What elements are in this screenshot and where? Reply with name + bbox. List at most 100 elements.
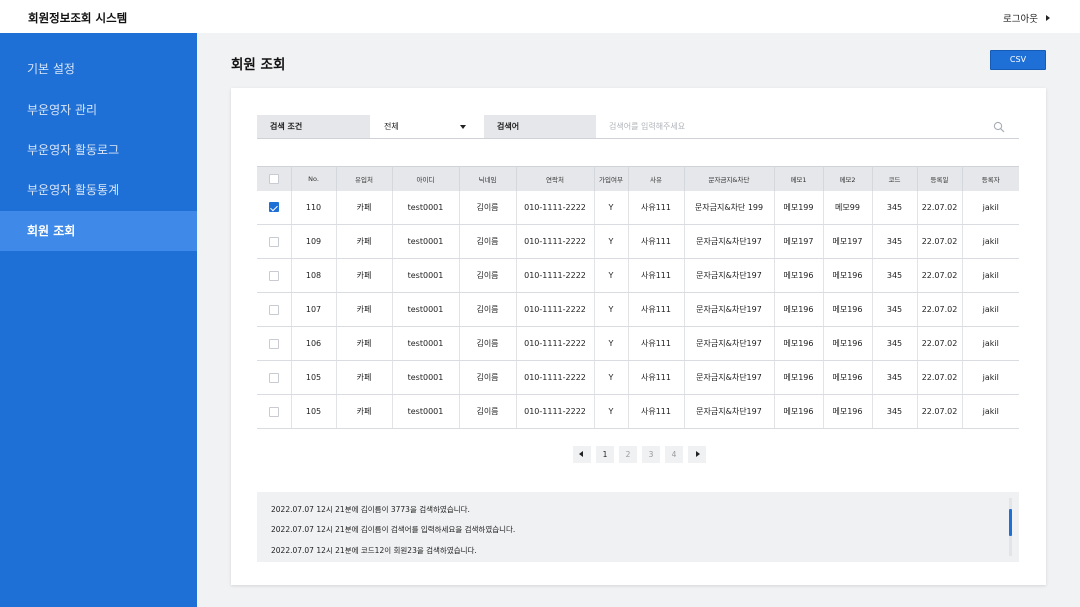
table-cell: 345 [872,360,918,395]
table-cell: 사유111 [628,394,685,429]
table-cell: 사유111 [628,360,685,395]
caret-right-icon [1046,15,1050,21]
table-cell: test0001 [392,360,460,395]
csv-export-button[interactable]: CSV [990,50,1046,70]
table-cell: test0001 [392,258,460,293]
column-header[interactable]: No. [291,166,337,191]
logout-label: 로그아웃 [1003,14,1038,25]
logout-button[interactable]: 로그아웃 [1003,11,1050,25]
table-cell: 문자금지&차단197 [684,326,775,361]
table-cell: 김이름 [459,326,517,361]
table-cell: 22.07.02 [917,394,963,429]
table-cell: 010-1111-2222 [516,224,595,259]
search-keyword-label: 검색어 [484,115,596,138]
table-row[interactable]: 110 카페 test0001 김이름 010-1111-2222 Y 사유111 문자금지&… [257,190,1019,225]
table-cell: Y [594,258,629,293]
search-icon[interactable] [993,121,1005,133]
app-title: 회원정보조회 시스템 [28,11,128,25]
table-cell: 김이름 [459,258,517,293]
row-select-cell [257,258,292,293]
table-body: 110 카페 test0001 김이름 010-1111-2222 Y 사유111 문자금지&… [257,190,1019,429]
row-checkbox[interactable] [268,270,279,281]
table-cell: 메모196 [774,360,824,395]
column-header[interactable]: 사유 [628,166,685,191]
prev-page-button[interactable] [573,446,591,463]
column-header[interactable]: 닉네임 [459,166,517,191]
page-button-4[interactable]: 4 [665,446,683,463]
table-cell: 카페 [336,394,393,429]
column-header[interactable]: 메모2 [823,166,873,191]
column-header[interactable]: 아이디 [392,166,460,191]
page-button-1[interactable]: 1 [596,446,614,463]
sidebar-item-sub-admin-log[interactable]: 부운영자 활동로그 [0,130,197,170]
row-select-cell [257,326,292,361]
next-page-button[interactable] [688,446,706,463]
search-condition-label: 검색 조건 [257,115,370,138]
column-header[interactable]: 메모1 [774,166,824,191]
log-scrollbar-thumb[interactable] [1009,509,1012,536]
table-cell: 22.07.02 [917,190,963,225]
table-cell: test0001 [392,394,460,429]
table-cell: jakil [962,394,1019,429]
search-condition-select[interactable]: 전체 [370,115,484,138]
log-line: 2022.07.07 12시 21분에 코드12이 회원23을 검색하였습니다. [271,546,477,555]
table-cell: 메모196 [774,258,824,293]
row-checkbox[interactable] [268,338,279,349]
table-cell: 메모199 [774,190,824,225]
table-cell: 메모196 [823,360,873,395]
sidebar-item-basic-settings[interactable]: 기본 설정 [0,49,197,89]
table-cell: 010-1111-2222 [516,292,595,327]
sidebar-item-label: 부운영자 활동통계 [27,183,120,197]
table-cell: 김이름 [459,292,517,327]
column-header[interactable]: 등록자 [962,166,1019,191]
column-header[interactable]: 등록일 [917,166,963,191]
page-button-2[interactable]: 2 [619,446,637,463]
sidebar-item-sub-admin-stats[interactable]: 부운영자 활동통계 [0,170,197,210]
member-table-container: No. 유입처 아이디 닉네임 연락처 가입여부 사유 문자금지&차단 메모1 … [257,166,1019,429]
column-header[interactable]: 유입처 [336,166,393,191]
table-cell: test0001 [392,224,460,259]
sidebar-item-label: 부운영자 활동로그 [27,143,120,157]
row-select-cell [257,292,292,327]
table-cell: 메모196 [774,292,824,327]
table-row[interactable]: 108 카페 test0001 김이름 010-1111-2222 Y 사유111 문자금지&… [257,258,1019,293]
row-checkbox[interactable] [268,304,279,315]
sidebar-item-sub-admin-manage[interactable]: 부운영자 관리 [0,90,197,130]
column-header[interactable]: 코드 [872,166,918,191]
page-button-3[interactable]: 3 [642,446,660,463]
table-row[interactable]: 106 카페 test0001 김이름 010-1111-2222 Y 사유111 문자금지&… [257,326,1019,361]
table-cell: 김이름 [459,394,517,429]
sidebar: 기본 설정 부운영자 관리 부운영자 활동로그 부운영자 활동통계 회원 조회 [0,33,197,607]
table-row[interactable]: 105 카페 test0001 김이름 010-1111-2222 Y 사유111 문자금지&… [257,394,1019,429]
row-checkbox[interactable] [268,406,279,417]
row-select-cell [257,224,292,259]
table-row[interactable]: 105 카페 test0001 김이름 010-1111-2222 Y 사유111 문자금지&… [257,360,1019,395]
table-cell: 109 [291,224,337,259]
table-cell: 105 [291,394,337,429]
table-cell: jakil [962,224,1019,259]
table-row[interactable]: 107 카페 test0001 김이름 010-1111-2222 Y 사유111 문자금지&… [257,292,1019,327]
table-cell: test0001 [392,292,460,327]
table-cell: 문자금지&차단197 [684,258,775,293]
table-cell: 사유111 [628,326,685,361]
table-cell: 106 [291,326,337,361]
log-line: 2022.07.07 12시 21분에 김이름이 검색어를 입력하세요을 검색하… [271,525,516,534]
table-cell: 카페 [336,190,393,225]
column-header[interactable]: 가입여부 [594,166,629,191]
sidebar-item-member-search[interactable]: 회원 조회 [0,211,197,251]
search-log-panel: 2022.07.07 12시 21분에 김이름이 3773을 검색하였습니다. … [257,492,1019,562]
row-checkbox[interactable] [268,236,279,247]
row-checkbox[interactable] [268,202,279,213]
search-input[interactable]: 검색어를 입력해주세요 [596,115,1019,138]
row-checkbox[interactable] [268,372,279,383]
table-cell: 메모196 [823,292,873,327]
table-row[interactable]: 109 카페 test0001 김이름 010-1111-2222 Y 사유111 문자금지&… [257,224,1019,259]
table-cell: 메모196 [774,326,824,361]
column-header[interactable]: 연락처 [516,166,595,191]
table-cell: 문자금지&차단197 [684,394,775,429]
table-cell: Y [594,326,629,361]
row-select-cell [257,190,292,225]
column-header[interactable]: 문자금지&차단 [684,166,775,191]
table-cell: 김이름 [459,190,517,225]
select-all-checkbox[interactable] [268,173,279,184]
